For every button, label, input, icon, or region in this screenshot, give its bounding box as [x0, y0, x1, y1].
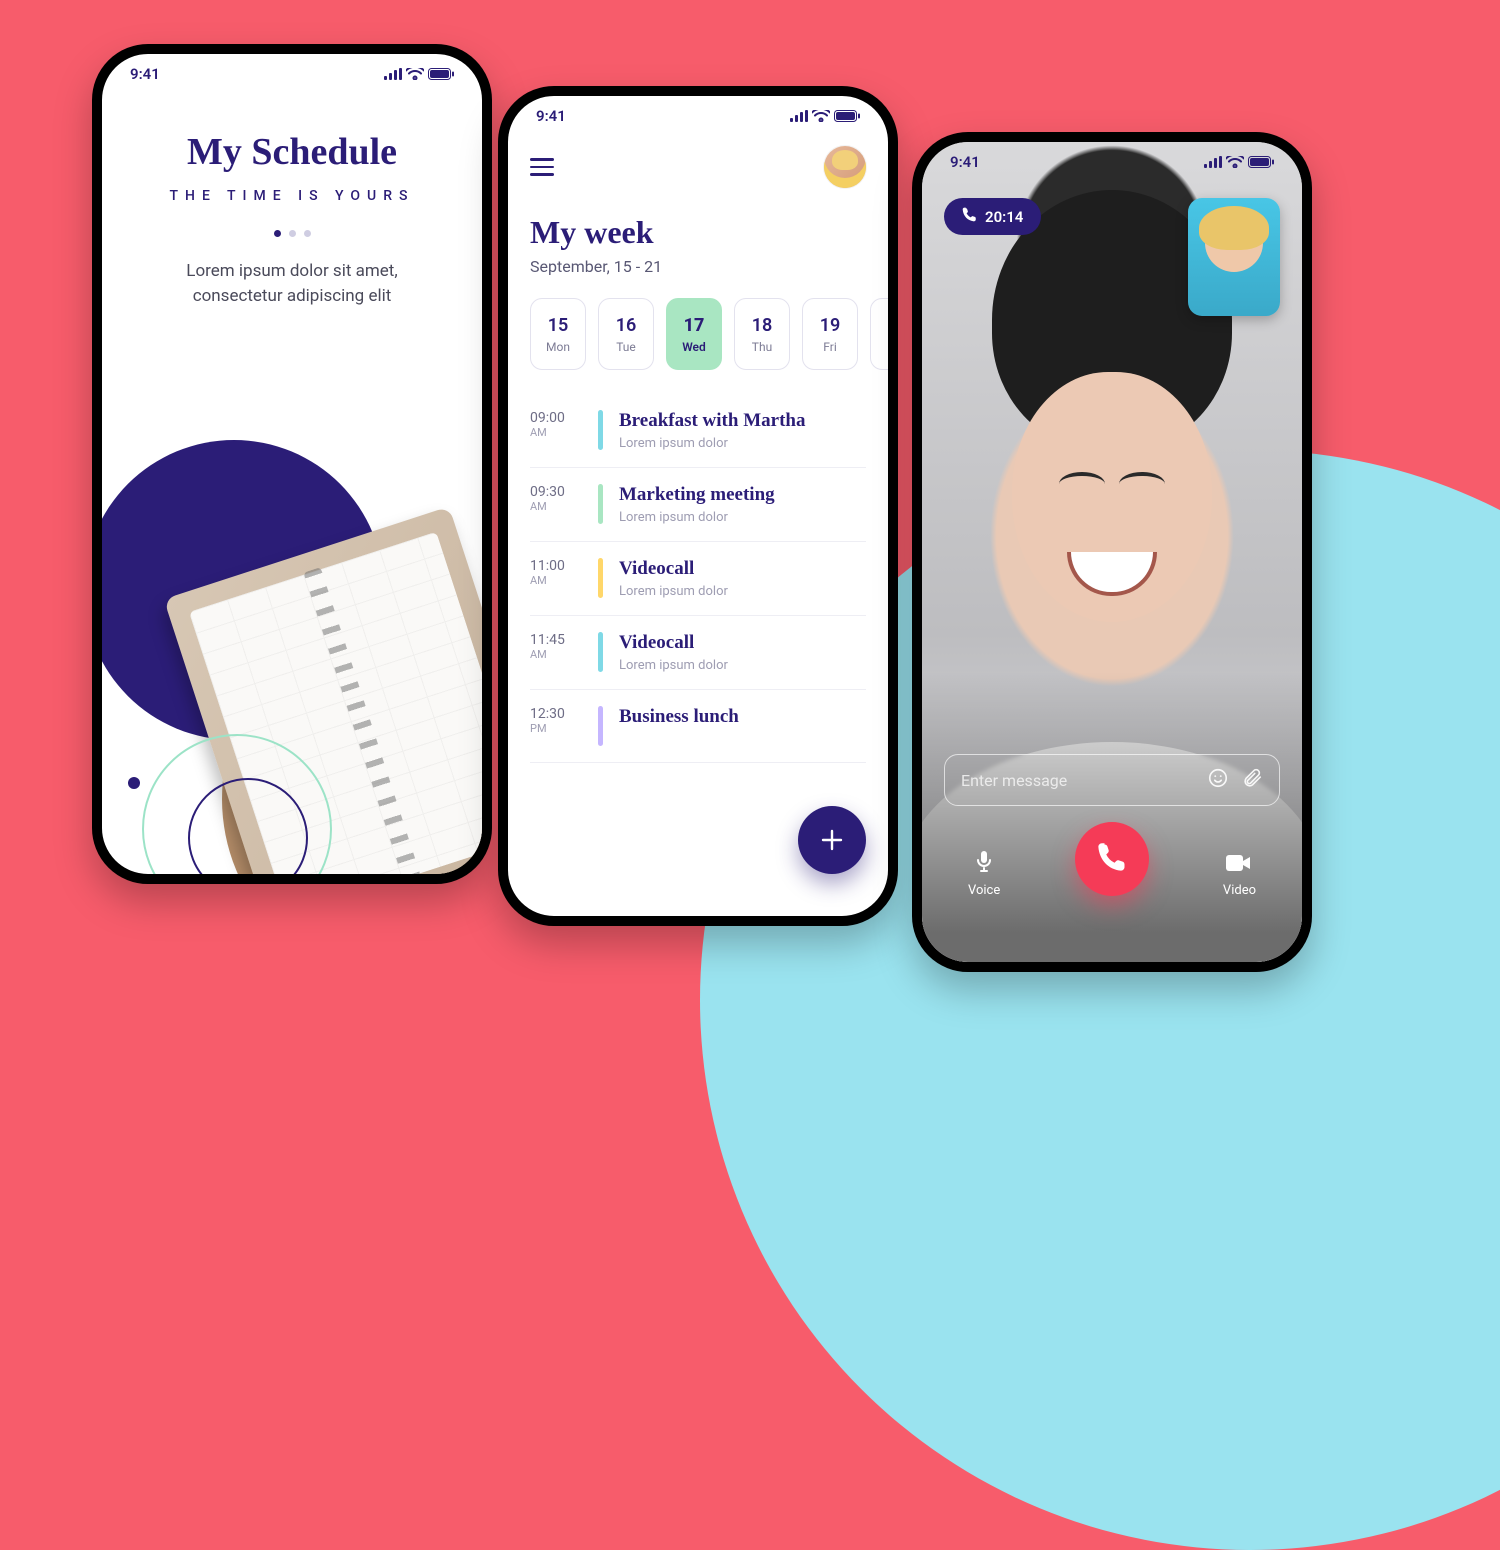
wifi-icon	[1226, 156, 1244, 168]
page-indicator[interactable]	[132, 230, 452, 237]
onboarding-screen: 9:41 My Schedule THE TIME IS YOURS Lorem…	[92, 44, 492, 884]
status-time: 9:41	[950, 153, 980, 171]
status-bar: 9:41	[102, 54, 482, 94]
event-time: 12:30PM	[530, 706, 582, 735]
day-number: 19	[820, 315, 841, 336]
day-number: 15	[548, 315, 569, 336]
page-dot[interactable]	[304, 230, 311, 237]
status-time: 9:41	[130, 65, 160, 83]
battery-icon	[1248, 156, 1274, 168]
voice-toggle[interactable]: Voice	[968, 849, 1000, 898]
event-color-bar	[598, 410, 603, 450]
avatar[interactable]	[824, 146, 866, 188]
signal-icon	[1204, 156, 1222, 168]
battery-icon	[834, 110, 860, 122]
event-desc: Lorem ipsum dolor	[619, 584, 728, 599]
event-color-bar	[598, 706, 603, 746]
microphone-icon	[972, 849, 996, 877]
event-desc: Lorem ipsum dolor	[619, 510, 775, 525]
event-time: 09:00AM	[530, 410, 582, 439]
event-title: Breakfast with Martha	[619, 410, 805, 432]
page-dot[interactable]	[289, 230, 296, 237]
event-title: Marketing meeting	[619, 484, 775, 506]
bottom-gradient	[922, 672, 1302, 962]
day-of-week: Mon	[546, 340, 570, 354]
phone-icon	[1097, 842, 1127, 876]
wifi-icon	[812, 110, 830, 122]
day-cell[interactable]: 20Sa	[870, 298, 888, 370]
emoji-icon[interactable]	[1207, 767, 1229, 793]
day-of-week: Fri	[823, 340, 836, 354]
event-color-bar	[598, 558, 603, 598]
day-cell[interactable]: 16 Tue	[598, 298, 654, 370]
day-of-week: Tue	[616, 340, 636, 354]
event-desc: Lorem ipsum dolor	[619, 436, 805, 451]
attachment-icon[interactable]	[1241, 767, 1263, 793]
event-title: Videocall	[619, 558, 728, 580]
add-button[interactable]	[798, 806, 866, 874]
onboarding-subtitle: THE TIME IS YOURS	[132, 188, 452, 204]
status-bar: 9:41	[922, 142, 1302, 182]
event-time: 11:00AM	[530, 558, 582, 587]
end-call-button[interactable]	[1075, 822, 1149, 896]
event-row[interactable]: 11:00AM Videocall Lorem ipsum dolor	[530, 542, 866, 616]
video-toggle[interactable]: Video	[1223, 853, 1256, 898]
message-placeholder: Enter message	[961, 771, 1195, 790]
day-number: 17	[684, 315, 705, 336]
event-row[interactable]: 09:30AM Marketing meeting Lorem ipsum do…	[530, 468, 866, 542]
menu-button[interactable]	[530, 158, 554, 176]
videocall-screen: 9:41 20:14 Enter message	[912, 132, 1312, 972]
signal-icon	[790, 110, 808, 122]
signal-icon	[384, 68, 402, 80]
page-dot[interactable]	[274, 230, 281, 237]
onboarding-description: Lorem ipsum dolor sit amet, consectetur …	[132, 259, 452, 308]
day-of-week: Thu	[752, 340, 772, 354]
day-cell[interactable]: 17 Wed	[666, 298, 722, 370]
week-title: My week	[530, 214, 866, 251]
call-duration: 20:14	[985, 208, 1023, 226]
event-title: Videocall	[619, 632, 728, 654]
call-duration-pill[interactable]: 20:14	[944, 198, 1041, 235]
onboarding-title: My Schedule	[132, 130, 452, 174]
day-number: 16	[616, 315, 637, 336]
day-of-week: Wed	[682, 340, 706, 354]
event-color-bar	[598, 632, 603, 672]
plus-icon	[818, 826, 846, 854]
voice-label: Voice	[968, 883, 1000, 898]
message-input[interactable]: Enter message	[944, 754, 1280, 806]
event-row[interactable]: 12:30PM Business lunch	[530, 690, 866, 763]
event-row[interactable]: 11:45AM Videocall Lorem ipsum dolor	[530, 616, 866, 690]
self-video-pip[interactable]	[1188, 198, 1280, 316]
event-color-bar	[598, 484, 603, 524]
day-cell[interactable]: 18 Thu	[734, 298, 790, 370]
onboarding-illustration	[102, 394, 482, 874]
status-bar: 9:41	[508, 96, 888, 136]
week-date-range: September, 15 - 21	[530, 257, 866, 276]
battery-icon	[428, 68, 454, 80]
day-cell[interactable]: 19 Fri	[802, 298, 858, 370]
event-time: 11:45AM	[530, 632, 582, 661]
event-title: Business lunch	[619, 706, 739, 728]
event-desc: Lorem ipsum dolor	[619, 658, 728, 673]
day-cell[interactable]: 15 Mon	[530, 298, 586, 370]
event-time: 09:30AM	[530, 484, 582, 513]
status-time: 9:41	[536, 107, 566, 125]
video-label: Video	[1223, 883, 1256, 898]
event-list: 09:00AM Breakfast with Martha Lorem ipsu…	[508, 388, 888, 763]
week-screen: 9:41 My week September, 15 - 21 15 Mon 16 T…	[498, 86, 898, 926]
phone-icon	[962, 207, 977, 226]
wifi-icon	[406, 68, 424, 80]
video-icon	[1226, 853, 1252, 877]
day-number: 18	[752, 315, 773, 336]
event-row[interactable]: 09:00AM Breakfast with Martha Lorem ipsu…	[530, 394, 866, 468]
day-selector[interactable]: 15 Mon 16 Tue 17 Wed 18 Thu 19 Fri 20Sa	[508, 278, 888, 388]
